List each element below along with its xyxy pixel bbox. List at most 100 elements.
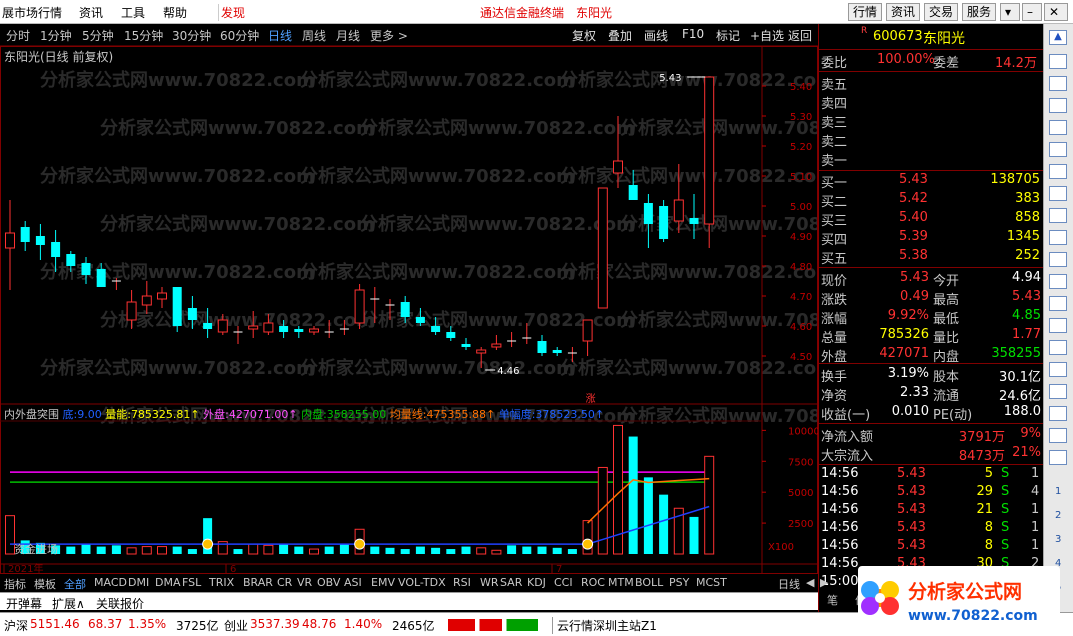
chart-icon[interactable] (1049, 252, 1067, 267)
candle-icon[interactable] (1049, 164, 1067, 179)
indicator-tab[interactable]: 指标 (4, 576, 26, 592)
site-logo: 分析家公式网 www.70822.com (858, 566, 1060, 632)
minimize-icon[interactable]: – (1022, 3, 1042, 21)
candle-body (582, 319, 593, 342)
page-number[interactable]: 1 (1055, 486, 1061, 497)
menu-news[interactable]: 资讯 (79, 4, 103, 21)
tab-bi[interactable]: 笔 (827, 592, 838, 608)
main-chart[interactable]: 分析家公式网www.70822.com分析家公式网www.70822.com分析… (0, 46, 818, 586)
indicator-tab[interactable]: DMA (155, 576, 181, 589)
quote-button[interactable]: 行情 (848, 3, 883, 21)
candle-body (431, 326, 441, 332)
indicator-tab[interactable]: ASI (344, 576, 362, 589)
indicator-tab[interactable]: 全部 (64, 576, 86, 592)
fz-icon[interactable] (1049, 318, 1067, 333)
kline-icon[interactable] (1049, 186, 1067, 201)
stat-value: 5.43 (900, 270, 929, 285)
draw-button[interactable]: 画线 (644, 27, 668, 44)
indicator-tab[interactable]: DMI (128, 576, 149, 589)
settings-icon[interactable] (1049, 362, 1067, 377)
rsi-icon[interactable] (1049, 384, 1067, 399)
expand-button[interactable]: 扩展∧ (52, 595, 85, 612)
watermark-text: 分析家公式网www.70822.com (40, 261, 315, 283)
indicator-tab[interactable]: MCST (696, 576, 727, 589)
period-tab[interactable]: 周线 (302, 27, 326, 44)
adjust-button[interactable]: 复权 (572, 27, 596, 44)
indicator-tab[interactable]: CR (277, 576, 292, 589)
scroll-left-icon[interactable]: ◀ (806, 576, 814, 589)
menu-market[interactable]: 展市场行情 (2, 4, 62, 21)
trade-button[interactable]: 交易 (924, 3, 959, 21)
menu-help[interactable]: 帮助 (163, 4, 187, 21)
indicator-tab[interactable]: SAR (500, 576, 522, 589)
indicator-tab[interactable]: ROC (581, 576, 605, 589)
f10-icon[interactable] (1049, 208, 1067, 223)
tick-count: 1 (1031, 466, 1040, 481)
period-tab[interactable]: 60分钟 (220, 27, 259, 44)
mark-button[interactable]: 标记 (716, 27, 740, 44)
formula-icon[interactable] (1049, 274, 1067, 289)
lock-icon[interactable] (1049, 340, 1067, 355)
stat-value: 358255 (991, 346, 1041, 361)
menu-dropdown-icon[interactable]: ▾ (1000, 3, 1020, 21)
indicator-tab[interactable]: FSL (182, 576, 201, 589)
danmu-button[interactable]: 开弹幕 (6, 595, 42, 612)
watermark-text: 分析家公式网www.70822.com (100, 213, 375, 235)
zoom-icon[interactable] (1049, 428, 1067, 443)
period-more[interactable]: 更多 > (370, 27, 408, 44)
menu-tools[interactable]: 工具 (121, 4, 145, 21)
indicator-tab[interactable]: BOLL (635, 576, 663, 589)
info-button[interactable]: 资讯 (886, 3, 921, 21)
list-icon[interactable] (1049, 54, 1067, 69)
indicator-tab[interactable]: EMV (371, 576, 395, 589)
watermark-text: 分析家公式网www.70822.com (360, 213, 635, 235)
compare-icon[interactable] (1049, 230, 1067, 245)
pen-icon[interactable] (1049, 450, 1067, 465)
indicator-tab[interactable]: TRIX (209, 576, 234, 589)
indicator-tab[interactable]: BRAR (243, 576, 273, 589)
related-quote-button[interactable]: 关联报价 (96, 595, 144, 612)
add-watchlist-button[interactable]: +自选 (750, 27, 784, 44)
page-number[interactable]: 3 (1055, 534, 1061, 545)
period-label[interactable]: 日线 (778, 576, 800, 592)
f10-button[interactable]: F10 (682, 27, 704, 41)
indicator-inner-label: 内盘 (301, 408, 324, 421)
menu-discover[interactable]: 发现 (218, 4, 245, 21)
hand-icon[interactable] (1049, 406, 1067, 421)
fx-icon[interactable] (1049, 296, 1067, 311)
service-button[interactable]: 服务 (962, 3, 997, 21)
indicator-tab[interactable]: RSI (453, 576, 471, 589)
indicator-tab[interactable]: VOL-TDX (398, 576, 446, 589)
overlay-button[interactable]: 叠加 (608, 27, 632, 44)
table-icon[interactable] (1049, 98, 1067, 113)
indicator-tab[interactable]: CCI (554, 576, 573, 589)
period-tab[interactable]: 1分钟 (40, 27, 72, 44)
indicator-tab[interactable]: OBV (317, 576, 340, 589)
candle-body (476, 349, 487, 354)
watermark-text: 分析家公式网www.70822.com (620, 405, 818, 427)
period-tab[interactable]: 月线 (336, 27, 360, 44)
indicator-avg-label: 均量线 (389, 408, 423, 421)
grid-icon[interactable] (1049, 76, 1067, 91)
indicator-tab[interactable]: VR (297, 576, 312, 589)
period-tab[interactable]: 15分钟 (124, 27, 163, 44)
indicator-tab[interactable]: PSY (669, 576, 689, 589)
line-chart-icon[interactable] (1049, 142, 1067, 157)
indicator-tab[interactable]: WR (480, 576, 499, 589)
period-tab[interactable]: 30分钟 (172, 27, 211, 44)
indicator-tab[interactable]: MTM (608, 576, 634, 589)
page-number[interactable]: 2 (1055, 510, 1061, 521)
period-tab[interactable]: 5分钟 (82, 27, 114, 44)
indicator-tab[interactable]: KDJ (527, 576, 546, 589)
scroll-right-icon[interactable]: ▶ (820, 576, 828, 589)
up-arrow-icon[interactable]: ▲ (1049, 30, 1067, 45)
bars-icon[interactable] (1049, 120, 1067, 135)
indicator-tab[interactable]: MACD (94, 576, 127, 589)
period-tab[interactable]: 分时 (6, 27, 30, 44)
close-icon[interactable]: ✕ (1044, 3, 1068, 21)
back-button[interactable]: 返回 (788, 27, 812, 44)
volume-bar (643, 477, 653, 554)
indicator-tab[interactable]: 模板 (34, 576, 56, 592)
period-tab-active[interactable]: 日线 (268, 27, 292, 44)
candle-body (66, 254, 76, 266)
